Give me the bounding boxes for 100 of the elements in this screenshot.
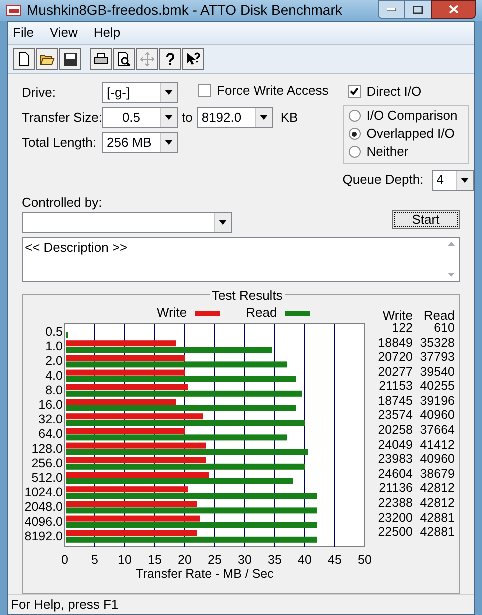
- table-cell-text: 37664: [419, 422, 456, 440]
- field-label: Total Length:: [22, 134, 98, 152]
- drive-dropdown[interactable]: [-g-]: [102, 82, 178, 103]
- axis-tick-label: 50: [358, 553, 372, 567]
- caret-icon: [165, 115, 173, 120]
- table-cell-text: 42812: [419, 480, 456, 498]
- table-cell-text: 40255: [419, 378, 456, 396]
- controlled-by-dropdown[interactable]: [22, 212, 232, 233]
- table-cell-text: 23983: [377, 451, 414, 468]
- new-icon: [16, 52, 32, 66]
- radio-button[interactable]: [348, 128, 361, 140]
- table-cell-text: 39540: [419, 364, 456, 381]
- whats-this-icon: [186, 52, 200, 66]
- dropdown-button[interactable]: [160, 83, 177, 102]
- dropdown-button[interactable]: [214, 213, 231, 232]
- transfer-size-label: 32.0: [38, 412, 63, 427]
- toolbar-button[interactable]: [13, 48, 35, 70]
- print-icon: [94, 52, 108, 66]
- save-icon: [62, 52, 78, 66]
- minimize-button[interactable]: [378, 0, 405, 19]
- caret-icon: [460, 178, 469, 182]
- dropdown-button[interactable]: [254, 108, 272, 127]
- close-icon: [448, 5, 458, 14]
- toolbar-button[interactable]: [90, 48, 112, 70]
- axis-tick-label: 10: [118, 553, 132, 567]
- caret-icon: [165, 90, 173, 95]
- toolbar-button[interactable]: [159, 48, 181, 70]
- axis-tick-label: 20: [178, 553, 192, 567]
- checkbox-label: Direct I/O: [366, 83, 422, 101]
- table-cell-text: 20277: [377, 364, 414, 381]
- table-cell-text: 23574: [377, 407, 414, 424]
- check-icon: [350, 87, 359, 96]
- axis-title: Transfer Rate - MB / Sec: [136, 567, 274, 578]
- close-button[interactable]: [431, 0, 476, 19]
- radio-label: Overlapped I/O: [366, 125, 455, 144]
- menu-item[interactable]: Help: [94, 23, 121, 43]
- table-cell-text: 23200: [377, 510, 414, 527]
- total-length-dropdown[interactable]: 256 MB: [102, 132, 178, 153]
- caret-icon: [260, 115, 268, 120]
- legend-label: Write: [157, 304, 188, 322]
- menu-item[interactable]: View: [50, 23, 78, 43]
- to-label: to: [182, 108, 193, 127]
- table-cell-text: 18849: [377, 334, 414, 352]
- legend-label: Read: [246, 304, 278, 322]
- table-cell-text: 22500: [377, 524, 414, 542]
- table-cell-text: 122: [391, 320, 414, 337]
- checkbox[interactable]: [348, 85, 361, 98]
- toolbar-button[interactable]: [182, 48, 204, 70]
- unit-label: KB: [280, 108, 298, 127]
- axis-tick-label: 15: [148, 553, 162, 567]
- transfer-size-label: 0.5: [46, 325, 63, 339]
- table-cell-text: 21136: [378, 480, 414, 498]
- start-button[interactable]: Start: [392, 210, 460, 229]
- transfer-size-label: 2048.0: [24, 500, 63, 514]
- table-cell-text: 42812: [419, 495, 456, 512]
- minimize-icon: [387, 8, 396, 11]
- caret-icon: [165, 140, 173, 145]
- queue-depth-dropdown[interactable]: 4: [432, 170, 474, 190]
- transfer-size-label: 1024.0: [24, 486, 63, 500]
- preview-icon: [116, 52, 132, 66]
- caret-icon: [219, 220, 227, 225]
- scroll-up-icon: [448, 242, 454, 246]
- table-cell-text: 20258: [377, 422, 414, 440]
- table-cell-text: 37793: [419, 349, 456, 366]
- transfer-size-label: 64.0: [38, 427, 63, 442]
- scroll-down-icon: [448, 273, 454, 277]
- menu-item[interactable]: File: [13, 23, 34, 43]
- toolbar-button[interactable]: [113, 48, 135, 70]
- transfer-size-label: 256.0: [32, 456, 63, 470]
- transfer-size-label: 4.0: [46, 368, 63, 383]
- transfer-size-from-dropdown[interactable]: 0.5: [102, 107, 178, 128]
- table-cell-text: 35328: [419, 334, 456, 352]
- dropdown-button[interactable]: [456, 170, 473, 190]
- dropdown-button[interactable]: [160, 108, 177, 127]
- maximize-button[interactable]: [405, 0, 431, 19]
- radio-button[interactable]: [348, 146, 361, 158]
- toolbar-button[interactable]: [36, 48, 58, 70]
- maximize-icon: [413, 6, 423, 14]
- toolbar-button[interactable]: [59, 48, 81, 70]
- field-label: Transfer Size:: [22, 108, 102, 127]
- table-cell-text: 22388: [377, 495, 414, 512]
- field-label: Controlled by:: [22, 194, 104, 212]
- app-icon: [6, 4, 22, 18]
- dropdown-button[interactable]: [160, 133, 177, 152]
- table-cell-text: 40960: [419, 451, 456, 468]
- transfer-size-to-dropdown[interactable]: 8192.0: [196, 107, 273, 128]
- table-cell-text: 21153: [378, 378, 414, 396]
- transfer-size-label: 16.0: [38, 398, 63, 412]
- axis-tick-label: 0: [62, 553, 68, 567]
- radio-label: Neither: [366, 143, 409, 162]
- transfer-size-label: 8.0: [46, 383, 63, 398]
- axis-tick-label: 40: [298, 553, 312, 567]
- field-label: Drive:: [22, 84, 57, 102]
- transfer-size-label: 8192.0: [24, 529, 63, 544]
- transfer-size-label: 128.0: [32, 442, 63, 456]
- checkbox[interactable]: [198, 84, 211, 97]
- radio-button[interactable]: [348, 110, 361, 122]
- axis-tick-label: 5: [92, 553, 98, 567]
- transfer-size-label: 4096.0: [24, 514, 63, 529]
- table-cell-text: 24604: [377, 466, 414, 483]
